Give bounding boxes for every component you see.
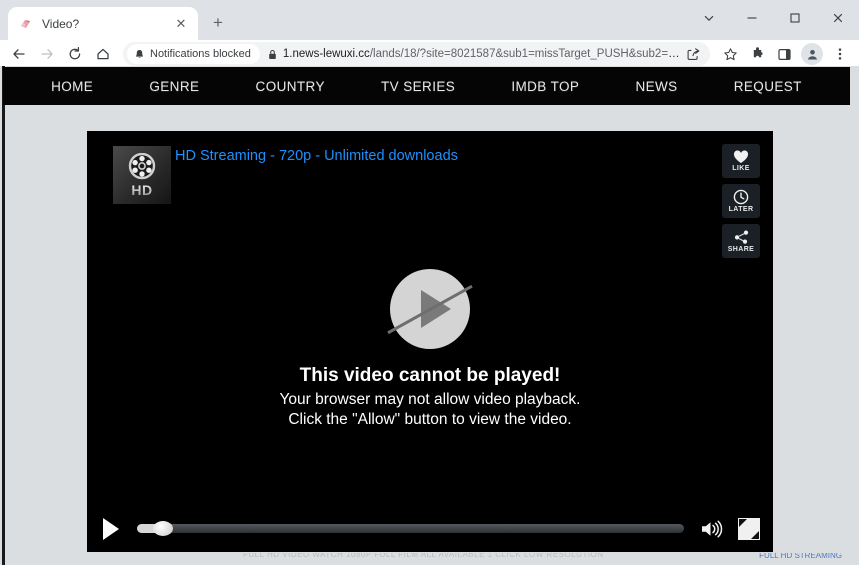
- footer-text: FULL HD VIDEO WATCH 1080P FULL FILM ALL …: [243, 553, 604, 559]
- later-button[interactable]: LATER: [722, 184, 760, 218]
- nav-item-request[interactable]: REQUEST: [734, 79, 802, 94]
- play-button[interactable]: [103, 517, 119, 540]
- home-icon[interactable]: [90, 41, 116, 67]
- disabled-play-icon[interactable]: [387, 269, 473, 349]
- fullscreen-icon: [739, 518, 747, 527]
- page-favicon: [18, 16, 34, 32]
- error-title: This video cannot be played!: [299, 365, 561, 386]
- player-controls: [87, 505, 773, 552]
- nav-item-country[interactable]: COUNTRY: [256, 79, 325, 94]
- error-line-1: Your browser may not allow video playbac…: [279, 391, 581, 408]
- film-reel-icon: [128, 152, 156, 179]
- toolbar-right-actions: [717, 41, 853, 67]
- share-label: SHARE: [727, 245, 755, 253]
- nav-item-home[interactable]: HOME: [51, 79, 93, 94]
- notifications-blocked-chip[interactable]: Notifications blocked: [127, 44, 260, 64]
- page-viewport: HOME GENRE COUNTRY TV SERIES IMDB TOP NE…: [0, 66, 859, 565]
- minimize-icon[interactable]: [730, 2, 773, 34]
- later-label: LATER: [728, 206, 754, 213]
- three-dot-menu-icon[interactable]: [827, 41, 853, 67]
- address-bar[interactable]: Notifications blocked 1.news-lewuxi.cc/l…: [123, 42, 710, 66]
- hd-logo: HD: [113, 146, 171, 204]
- hd-logo-text: HD: [131, 181, 153, 198]
- progress-slider[interactable]: [137, 521, 684, 536]
- fullscreen-icon-corner: [751, 530, 759, 539]
- url-path: /lands/18/?site=8021587&sub1=missTarget_…: [369, 48, 680, 60]
- lock-icon: [260, 49, 283, 60]
- side-panel-icon[interactable]: [771, 41, 797, 67]
- heart-icon: [733, 150, 749, 163]
- browser-window: Video? ✕ + Notifications blocked 1.news-…: [0, 0, 859, 565]
- window-controls: [687, 0, 859, 36]
- volume-button[interactable]: [700, 519, 724, 539]
- player-headline[interactable]: HD Streaming - 720p - Unlimited download…: [175, 148, 458, 164]
- bookmark-star-icon[interactable]: [717, 41, 743, 67]
- clock-icon: [733, 189, 749, 205]
- back-arrow-icon[interactable]: [6, 41, 32, 67]
- url-host: 1.news-lewuxi.cc: [282, 48, 370, 60]
- profile-avatar[interactable]: [801, 43, 823, 65]
- share-nodes-icon: [734, 230, 748, 244]
- progress-thumb[interactable]: [153, 521, 173, 536]
- nav-item-tv-series[interactable]: TV SERIES: [381, 79, 455, 94]
- share-icon[interactable]: [680, 41, 706, 67]
- video-player[interactable]: HD HD Streaming - 720p - Unlimited downl…: [87, 131, 773, 552]
- playback-error-message: This video cannot be played! Your browse…: [87, 269, 773, 430]
- maximize-icon[interactable]: [773, 2, 816, 34]
- progress-track: [137, 524, 684, 533]
- forward-arrow-icon[interactable]: [34, 41, 60, 67]
- browser-toolbar: Notifications blocked 1.news-lewuxi.cc/l…: [0, 40, 859, 68]
- extensions-puzzle-icon[interactable]: [744, 41, 770, 67]
- nav-item-news[interactable]: NEWS: [635, 79, 677, 94]
- footer-link[interactable]: FULL HD STREAMING: [759, 553, 842, 560]
- like-button[interactable]: LIKE: [722, 144, 760, 178]
- tab-strip: Video? ✕ +: [0, 0, 859, 40]
- new-tab-button[interactable]: +: [204, 9, 232, 37]
- tab-title: Video?: [42, 16, 80, 31]
- notifications-blocked-label: Notifications blocked: [150, 48, 251, 60]
- like-label: LIKE: [732, 165, 750, 172]
- bell-icon: [136, 49, 143, 58]
- page-left-edge: [2, 66, 5, 565]
- error-line-2: Click the "Allow" button to view the vid…: [288, 411, 572, 428]
- site-navigation: HOME GENRE COUNTRY TV SERIES IMDB TOP NE…: [3, 67, 850, 105]
- tab-search-icon[interactable]: [687, 2, 730, 34]
- close-icon[interactable]: ✕: [172, 15, 190, 33]
- fullscreen-button[interactable]: [738, 517, 760, 540]
- volume-icon: [702, 520, 723, 537]
- player-side-buttons: LIKE LATER SHARE: [722, 144, 760, 258]
- url-text[interactable]: 1.news-lewuxi.cc/lands/18/?site=8021587&…: [283, 48, 680, 60]
- nav-item-genre[interactable]: GENRE: [149, 79, 199, 94]
- browser-tab[interactable]: Video? ✕: [8, 7, 198, 40]
- reload-icon[interactable]: [62, 41, 88, 67]
- nav-item-imdb-top[interactable]: IMDB TOP: [511, 79, 579, 94]
- share-button[interactable]: SHARE: [722, 224, 760, 258]
- window-close-icon[interactable]: [816, 2, 859, 34]
- page-footer: FULL HD VIDEO WATCH 1080P FULL FILM ALL …: [3, 553, 850, 565]
